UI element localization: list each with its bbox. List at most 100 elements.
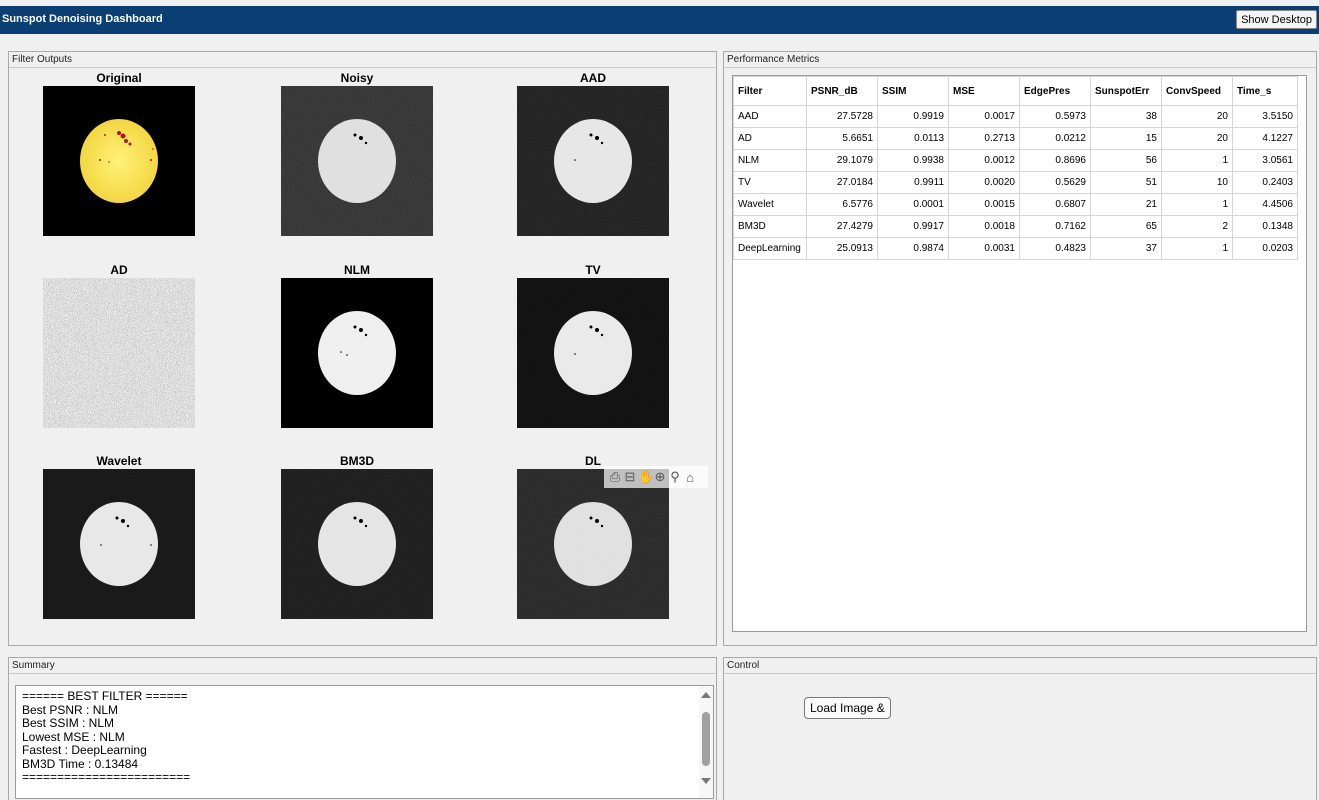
column-header[interactable]: PSNR_dB — [806, 76, 878, 106]
filter-outputs-title: Filter Outputs — [9, 52, 716, 68]
filter-outputs-panel: Filter Outputs Original Noisy AAD AD NLM… — [8, 51, 717, 646]
summary-panel: Summary ====== BEST FILTER ====== Best P… — [8, 657, 717, 800]
table-cell: AAD — [733, 105, 807, 128]
ad-noise-image — [43, 278, 195, 428]
metrics-table-container[interactable]: Filter PSNR_dB SSIM MSE EdgePres Sunspot… — [732, 75, 1307, 632]
table-row[interactable]: TV 27.0184 0.9911 0.0020 0.5629 51 10 0.… — [733, 171, 1298, 194]
table-cell: 0.0018 — [948, 215, 1020, 238]
scroll-up-icon[interactable] — [701, 692, 711, 698]
table-cell: 0.4823 — [1019, 237, 1091, 260]
home-icon[interactable]: ⌂ — [683, 470, 697, 485]
table-cell: 0.7162 — [1019, 215, 1091, 238]
datatip-icon[interactable]: ⊟ — [623, 469, 637, 485]
table-cell: 0.2403 — [1232, 171, 1298, 194]
table-cell: 20 — [1161, 127, 1233, 150]
table-cell: 27.4279 — [806, 215, 878, 238]
axes-title: Noisy — [340, 71, 374, 85]
column-header[interactable]: EdgePres — [1019, 76, 1091, 106]
control-panel: Control Load Image & — [723, 657, 1317, 800]
table-cell: BM3D — [733, 215, 807, 238]
axes-nlm[interactable]: NLM — [281, 262, 433, 428]
table-cell: 0.0001 — [877, 193, 949, 216]
aad-sun-image — [517, 86, 669, 236]
axes-title: BM3D — [339, 454, 374, 468]
scroll-down-icon[interactable] — [701, 778, 711, 784]
table-cell: 6.5776 — [806, 193, 878, 216]
performance-metrics-panel: Performance Metrics Filter PSNR_dB SSIM … — [723, 51, 1317, 646]
table-cell: 29.1079 — [806, 149, 878, 172]
table-row[interactable]: BM3D 27.4279 0.9917 0.0018 0.7162 65 2 0… — [733, 215, 1298, 238]
table-cell: 0.9917 — [877, 215, 949, 238]
axes-bm3d[interactable]: BM3D — [281, 453, 433, 619]
table-row[interactable]: AD 5.6651 0.0113 0.2713 0.0212 15 20 4.1… — [733, 127, 1298, 150]
summary-title: Summary — [9, 658, 716, 674]
table-cell: 10 — [1161, 171, 1233, 194]
table-row[interactable]: AAD 27.5728 0.9919 0.0017 0.5973 38 20 3… — [733, 105, 1298, 128]
axes-aad[interactable]: AAD — [517, 70, 669, 236]
table-cell: 0.0020 — [948, 171, 1020, 194]
axes-title: NLM — [344, 263, 370, 277]
table-row[interactable]: NLM 29.1079 0.9938 0.0012 0.8696 56 1 3.… — [733, 149, 1298, 172]
table-cell: 0.8696 — [1019, 149, 1091, 172]
axes-tv[interactable]: TV — [517, 262, 669, 428]
axes-ad[interactable]: AD — [43, 262, 195, 428]
table-cell: 0.5973 — [1019, 105, 1091, 128]
table-cell: 65 — [1090, 215, 1162, 238]
table-cell: 0.9919 — [877, 105, 949, 128]
column-header[interactable]: Filter — [733, 76, 807, 106]
summary-textarea[interactable]: ====== BEST FILTER ====== Best PSNR : NL… — [15, 685, 714, 799]
table-cell: 4.1227 — [1232, 127, 1298, 150]
table-cell: 0.0203 — [1232, 237, 1298, 260]
zoom-out-icon[interactable]: ⚲ — [668, 469, 682, 485]
wavelet-sun-image — [43, 469, 195, 619]
column-header[interactable]: SunspotErr — [1090, 76, 1162, 106]
tv-sun-image — [517, 278, 669, 428]
table-cell: 0.5629 — [1019, 171, 1091, 194]
table-cell: 51 — [1090, 171, 1162, 194]
table-cell: 0.9874 — [877, 237, 949, 260]
axes-original[interactable]: Original — [43, 70, 195, 236]
axes-toolbar: ⎙ ⊟ ✋ ⊕ ⚲ ⌂ — [604, 466, 708, 488]
table-cell: 0.0012 — [948, 149, 1020, 172]
app-title-bar: Sunspot Denoising Dashboard Show Desktop — [0, 6, 1319, 34]
table-cell: 0.0017 — [948, 105, 1020, 128]
axes-wavelet[interactable]: Wavelet — [43, 453, 195, 619]
table-cell: 0.0015 — [948, 193, 1020, 216]
table-cell: 56 — [1090, 149, 1162, 172]
table-cell: 0.9938 — [877, 149, 949, 172]
axes-noisy[interactable]: Noisy — [281, 70, 433, 236]
table-cell: 0.0212 — [1019, 127, 1091, 150]
column-header[interactable]: Time_s — [1232, 76, 1298, 106]
table-cell: 0.0113 — [877, 127, 949, 150]
table-cell: 1 — [1161, 193, 1233, 216]
table-cell: 27.5728 — [806, 105, 878, 128]
table-cell: AD — [733, 127, 807, 150]
axes-title: AAD — [580, 71, 606, 85]
metrics-table: Filter PSNR_dB SSIM MSE EdgePres Sunspot… — [733, 76, 1298, 260]
table-cell: 15 — [1090, 127, 1162, 150]
axes-title: TV — [585, 263, 601, 277]
table-row[interactable]: Wavelet 6.5776 0.0001 0.0015 0.6807 21 1… — [733, 193, 1298, 216]
column-header[interactable]: ConvSpeed — [1161, 76, 1233, 106]
table-cell: DeepLearning — [733, 237, 807, 260]
noisy-sun-image — [281, 86, 433, 236]
column-header[interactable]: SSIM — [877, 76, 949, 106]
show-desktop-button[interactable]: Show Desktop — [1236, 10, 1317, 29]
table-cell: 38 — [1090, 105, 1162, 128]
table-row[interactable]: DeepLearning 25.0913 0.9874 0.0031 0.482… — [733, 237, 1298, 260]
pan-icon[interactable]: ✋ — [638, 469, 654, 485]
table-cell: 25.0913 — [806, 237, 878, 260]
export-icon[interactable]: ⎙ — [608, 469, 622, 485]
scroll-thumb[interactable] — [702, 712, 710, 766]
summary-text: ====== BEST FILTER ====== Best PSNR : NL… — [22, 689, 191, 784]
axes-title: Wavelet — [96, 454, 142, 468]
summary-scrollbar[interactable] — [699, 686, 713, 798]
table-cell: 2 — [1161, 215, 1233, 238]
column-header[interactable]: MSE — [948, 76, 1020, 106]
bm3d-sun-image — [281, 469, 433, 619]
table-cell: 3.0561 — [1232, 149, 1298, 172]
table-cell: 0.2713 — [948, 127, 1020, 150]
zoom-in-icon[interactable]: ⊕ — [653, 469, 667, 485]
load-image-button[interactable]: Load Image & — [804, 697, 891, 719]
nlm-sun-image — [281, 278, 433, 428]
